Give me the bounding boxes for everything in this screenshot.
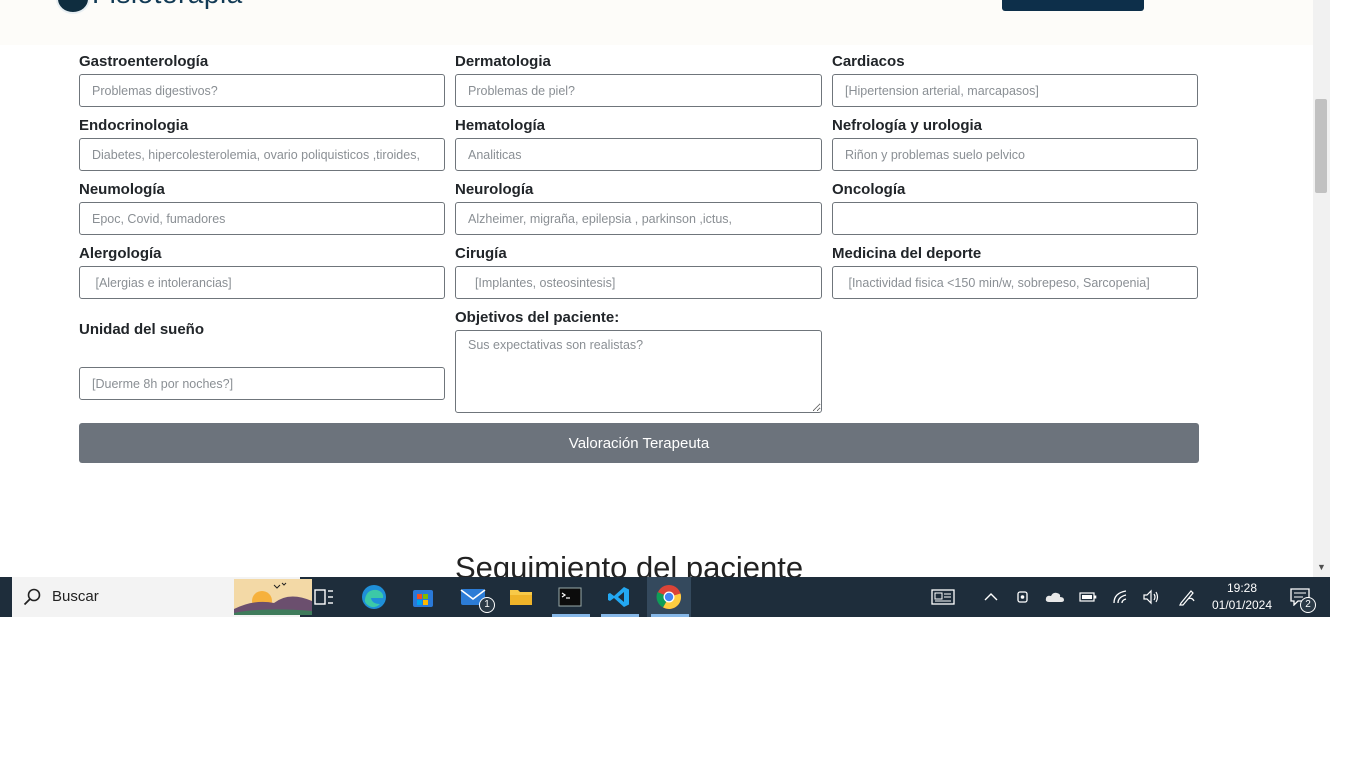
input-oncologia[interactable]: [832, 202, 1198, 235]
textarea-objetivos-paciente[interactable]: [455, 330, 822, 413]
input-gastroenterologia[interactable]: [79, 74, 445, 107]
section-heading: Seguimiento del paciente: [455, 550, 804, 577]
tray-network[interactable]: [1109, 577, 1133, 617]
chrome-active-indicator: [651, 614, 689, 617]
page-scrollbar[interactable]: ▼: [1313, 0, 1330, 577]
label-hematologia: Hematología: [455, 117, 546, 134]
store-icon: [413, 590, 433, 607]
label-cardiacos: Cardiacos: [832, 53, 905, 70]
vscode-active-indicator: [601, 614, 639, 617]
label-unidad-sueno: Unidad del sueño: [79, 321, 205, 338]
notification-center-button[interactable]: 2: [1286, 577, 1316, 617]
input-hematologia[interactable]: [455, 138, 822, 171]
taskbar-terminal[interactable]: [548, 577, 592, 617]
input-unidad-sueno[interactable]: [79, 367, 445, 400]
label-endocrinologia: Endocrinologia: [79, 117, 189, 134]
valoracion-terapeuta-button[interactable]: Valoración Terapeuta: [79, 423, 1199, 463]
volume-icon: [1143, 589, 1159, 605]
taskbar-vscode[interactable]: [597, 577, 641, 617]
wifi-icon: [1113, 590, 1127, 604]
tray-news[interactable]: [928, 577, 958, 617]
label-objetivos-paciente: Objetivos del paciente:: [455, 309, 620, 326]
tray-meet[interactable]: [1012, 577, 1034, 617]
label-gastroenterologia: Gastroenterología: [79, 53, 209, 70]
pen-icon: [1179, 590, 1195, 606]
tray-pen[interactable]: [1175, 577, 1199, 617]
search-highlight-illustration: [234, 579, 312, 615]
taskbar-file-explorer[interactable]: [499, 577, 543, 617]
onedrive-icon: [1045, 592, 1064, 602]
logo-icon: [56, 0, 90, 14]
file-explorer-icon: [510, 590, 532, 605]
vscode-icon: [608, 587, 629, 607]
input-cirugia[interactable]: [455, 266, 822, 299]
site-logo-text[interactable]: Fisioterapia: [92, 0, 243, 10]
terminal-icon: [558, 587, 582, 607]
task-view-button[interactable]: [302, 577, 346, 617]
clock-time[interactable]: 19:28: [1212, 581, 1272, 595]
clock-date[interactable]: 01/01/2024: [1206, 598, 1278, 612]
header-nav-button[interactable]: [1002, 0, 1144, 11]
taskbar-chrome[interactable]: [647, 577, 691, 617]
chevron-up-icon: [984, 593, 998, 601]
meet-icon: [1017, 591, 1028, 603]
input-alergologia[interactable]: [79, 266, 445, 299]
scrollbar-thumb[interactable]: [1315, 99, 1327, 193]
input-endocrinologia[interactable]: [79, 138, 445, 171]
news-icon: [931, 589, 955, 605]
battery-icon: [1079, 592, 1097, 602]
taskbar-store[interactable]: [401, 577, 445, 617]
tray-volume[interactable]: [1139, 577, 1163, 617]
input-cardiacos[interactable]: [832, 74, 1198, 107]
label-nefrologia: Nefrología y urologia: [832, 117, 983, 134]
tray-onedrive[interactable]: [1043, 577, 1067, 617]
input-neumologia[interactable]: [79, 202, 445, 235]
browser-viewport: Fisioterapia Gastroenterología Dermatolo…: [0, 0, 1330, 577]
label-neurologia: Neurología: [455, 181, 534, 198]
label-medicina-deporte: Medicina del deporte: [832, 245, 982, 262]
input-dermatologia[interactable]: [455, 74, 822, 107]
scroll-down-arrow-icon[interactable]: ▼: [1317, 562, 1326, 572]
taskbar: Buscar 1 19:28 01/01/2024 2: [0, 577, 1330, 617]
search-placeholder: Buscar: [52, 588, 99, 605]
mail-badge: 1: [479, 597, 495, 613]
input-neurologia[interactable]: [455, 202, 822, 235]
label-alergologia: Alergología: [79, 245, 162, 262]
label-cirugia: Cirugía: [455, 245, 507, 262]
tray-battery[interactable]: [1076, 577, 1100, 617]
notification-badge: 2: [1300, 597, 1316, 613]
taskbar-edge[interactable]: [352, 577, 396, 617]
search-icon: [23, 588, 41, 606]
label-dermatologia: Dermatologia: [455, 53, 551, 70]
input-nefrologia[interactable]: [832, 138, 1198, 171]
label-oncologia: Oncología: [832, 181, 906, 198]
chrome-icon: [656, 585, 682, 610]
taskbar-mail[interactable]: 1: [451, 577, 495, 617]
label-neumologia: Neumología: [79, 181, 165, 198]
edge-icon: [362, 585, 386, 609]
task-view-icon: [314, 589, 333, 605]
input-medicina-deporte[interactable]: [832, 266, 1198, 299]
tray-overflow[interactable]: [980, 577, 1002, 617]
terminal-active-indicator: [552, 614, 590, 617]
site-header: Fisioterapia: [0, 0, 1313, 45]
taskbar-search[interactable]: Buscar: [12, 577, 312, 617]
